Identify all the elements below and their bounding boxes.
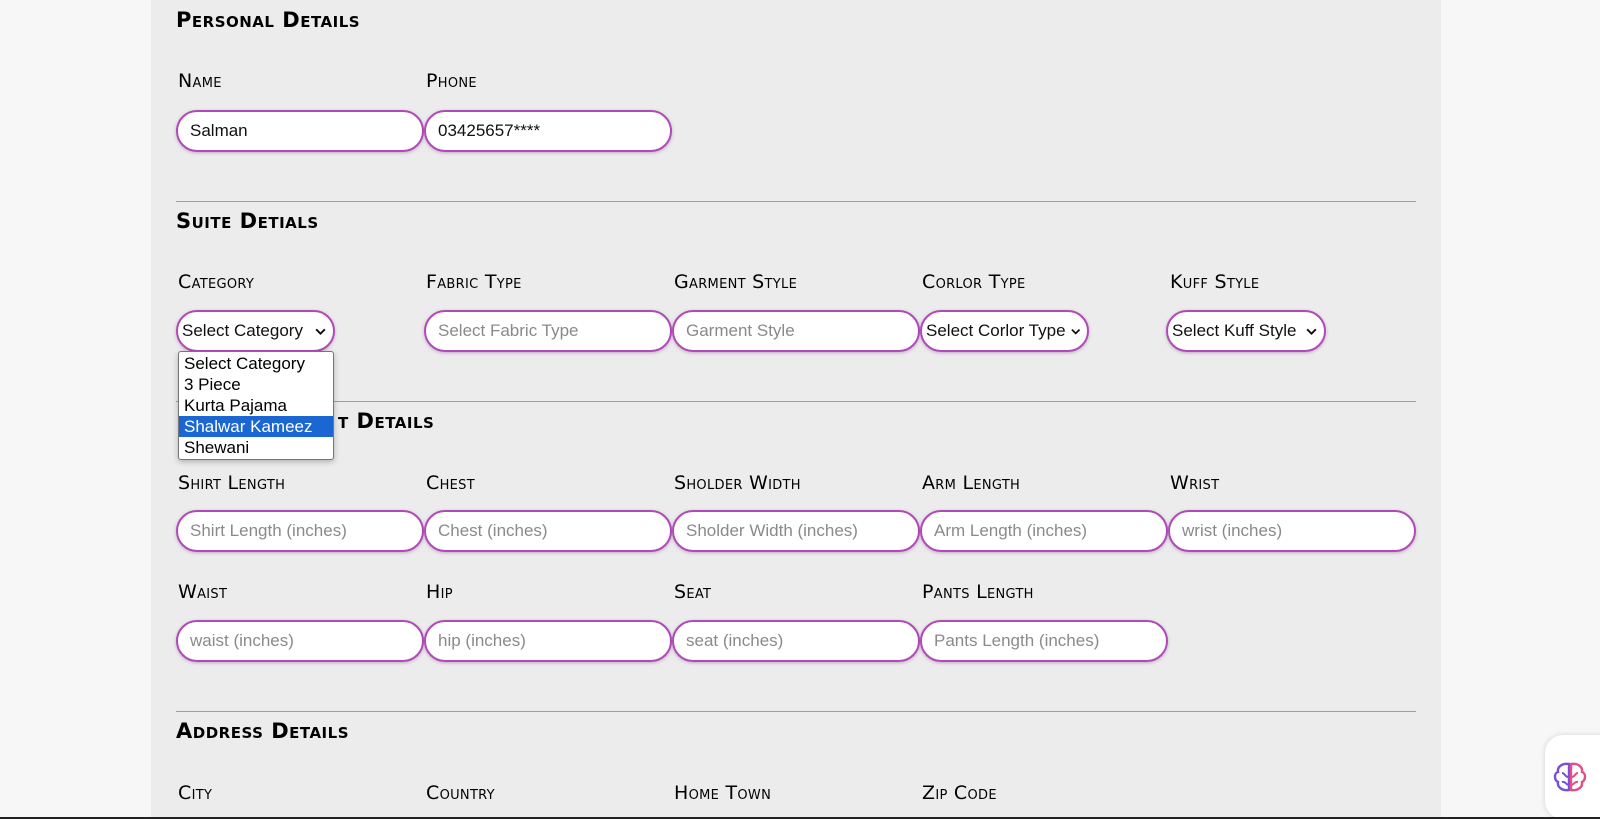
fabric-type-input[interactable]	[424, 310, 672, 352]
waist-input[interactable]	[176, 620, 424, 662]
phone-label: Phone	[426, 70, 477, 92]
kuff-style-select-value: Select Kuff Style	[1172, 321, 1297, 340]
garment-style-label: Garment Style	[674, 271, 798, 293]
category-option-highlighted[interactable]: Shalwar Kameez	[179, 416, 333, 437]
hip-label: Hip	[426, 581, 453, 603]
seat-label: Seat	[674, 581, 712, 603]
assistant-widget[interactable]	[1545, 735, 1600, 819]
chest-input[interactable]	[424, 510, 672, 552]
seat-input[interactable]	[672, 620, 920, 662]
chevron-down-icon	[1070, 328, 1080, 335]
wrist-label: Wrist	[1170, 472, 1220, 494]
shirt-length-label: Shirt Length	[178, 472, 286, 494]
category-option[interactable]: 3 Piece	[179, 374, 333, 395]
waist-label: Waist	[178, 581, 228, 603]
hip-input[interactable]	[424, 620, 672, 662]
name-label: Name	[178, 70, 222, 92]
chest-label: Chest	[426, 472, 475, 494]
shirt-length-input[interactable]	[176, 510, 424, 552]
name-field[interactable]	[176, 110, 424, 152]
fabric-type-label: Fabric Type	[426, 271, 522, 293]
brain-icon	[1553, 762, 1587, 792]
color-type-label: Corlor Type	[922, 271, 1026, 293]
category-select[interactable]: Select Category	[176, 310, 335, 352]
category-option[interactable]: Select Category	[179, 353, 333, 374]
wrist-input[interactable]	[1168, 510, 1416, 552]
measurement-details-title: t Details	[338, 409, 435, 433]
garment-style-input[interactable]	[672, 310, 920, 352]
category-option[interactable]: Kurta Pajama	[179, 395, 333, 416]
zip-code-label: Zip Code	[922, 782, 997, 804]
category-option[interactable]: Shewani	[179, 437, 333, 458]
pants-length-label: Pants Length	[922, 581, 1034, 603]
city-label: City	[178, 782, 213, 804]
section-divider	[176, 201, 1416, 202]
color-type-select-value: Select Corlor Type	[926, 321, 1066, 340]
country-label: Country	[426, 782, 495, 804]
phone-field[interactable]	[424, 110, 672, 152]
section-divider	[176, 711, 1416, 712]
address-details-title: Address Details	[176, 719, 349, 743]
kuff-style-select[interactable]: Select Kuff Style	[1166, 310, 1326, 352]
color-type-select[interactable]: Select Corlor Type	[920, 310, 1089, 352]
arm-length-label: Arm Length	[922, 472, 1021, 494]
chevron-down-icon	[1306, 328, 1317, 335]
category-select-value: Select Category	[182, 321, 303, 340]
section-divider	[176, 401, 1416, 402]
chevron-down-icon	[315, 328, 326, 335]
arm-length-input[interactable]	[920, 510, 1168, 552]
category-label: Category	[178, 271, 255, 293]
category-dropdown-list: Select Category 3 Piece Kurta Pajama Sha…	[178, 351, 334, 460]
suite-details-title: Suite Detials	[176, 209, 319, 233]
sholder-width-input[interactable]	[672, 510, 920, 552]
sholder-width-label: Sholder Width	[674, 472, 801, 494]
home-town-label: Home Town	[674, 782, 772, 804]
kuff-style-label: Kuff Style	[1170, 271, 1260, 293]
pants-length-input[interactable]	[920, 620, 1168, 662]
personal-details-title: Personal Details	[176, 8, 361, 32]
